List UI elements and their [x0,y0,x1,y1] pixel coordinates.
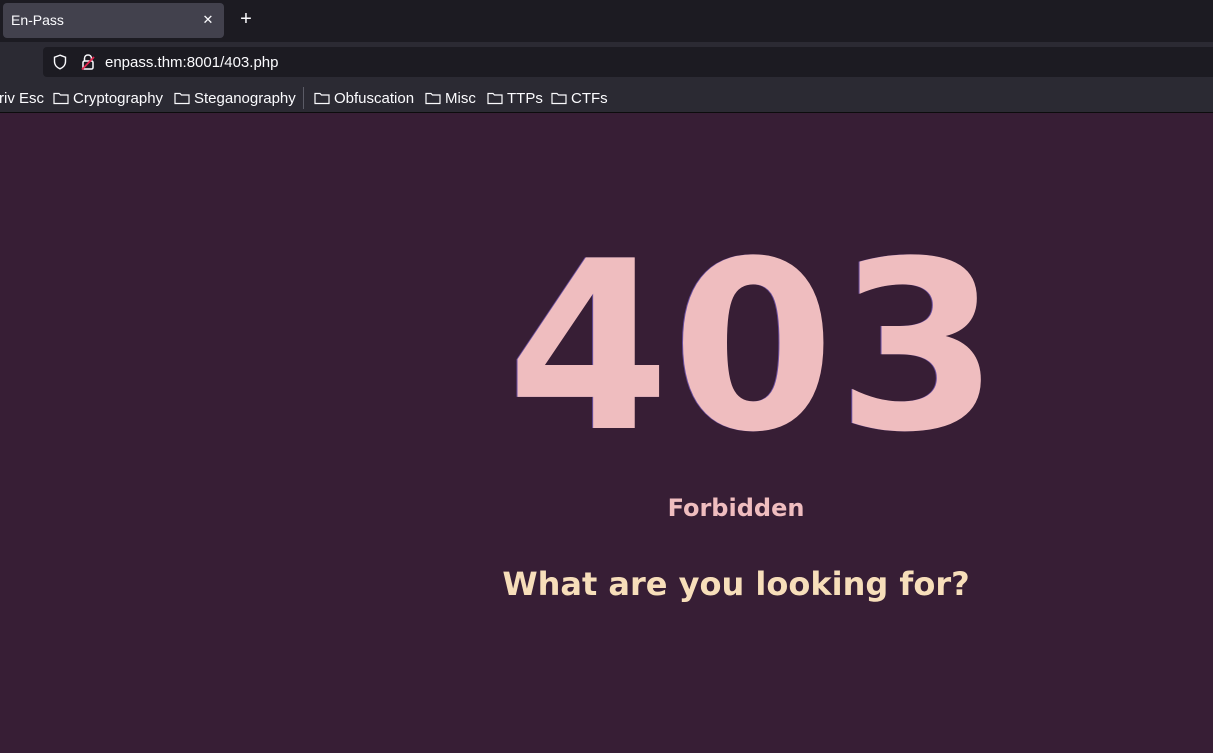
url-text[interactable]: enpass.thm:8001/403.php [105,54,278,71]
tab-strip: En-Pass ✕ + [0,0,1213,42]
bookmarks-toolbar: riv Esc Cryptography Steganography Obfus… [0,82,1213,113]
bookmark-label: Obfuscation [334,89,415,107]
bookmark-folder-ctfs[interactable]: CTFs [551,89,608,107]
tab-title: En-Pass [11,12,64,28]
bookmark-folder-steganography[interactable]: Steganography [174,89,296,107]
url-bar[interactable]: enpass.thm:8001/403.php [43,47,1213,77]
bookmark-label: TTPs [507,89,543,107]
nav-bar: enpass.thm:8001/403.php [0,42,1213,82]
error-question: What are you looking for? [502,565,970,603]
bookmark-separator [303,87,304,109]
bookmark-folder-cryptography[interactable]: Cryptography [53,89,163,107]
error-status: Forbidden [667,494,805,522]
folder-icon [551,92,567,105]
error-code: 403 [507,212,1002,484]
folder-icon [314,92,330,105]
close-icon[interactable]: ✕ [200,12,216,28]
plus-icon[interactable]: + [235,8,257,30]
bookmark-priv-esc[interactable]: riv Esc [0,89,44,107]
tab-en-pass[interactable]: En-Pass ✕ [3,3,224,38]
folder-icon [174,92,190,105]
bookmark-label: Misc [445,89,476,107]
folder-icon [53,92,69,105]
bookmark-folder-ttps[interactable]: TTPs [487,89,543,107]
page-content: 403 Forbidden What are you looking for? [0,114,1213,753]
shield-icon[interactable] [52,54,68,70]
folder-icon [425,92,441,105]
bookmark-label: Steganography [194,89,296,107]
lock-icon[interactable] [80,53,96,71]
bookmark-label: Cryptography [73,89,164,107]
bookmark-folder-obfuscation[interactable]: Obfuscation [314,89,414,107]
folder-icon [487,92,503,105]
bookmark-label: CTFs [571,89,608,107]
bookmark-folder-misc[interactable]: Misc [425,89,476,107]
bookmark-label: riv Esc [0,89,44,107]
